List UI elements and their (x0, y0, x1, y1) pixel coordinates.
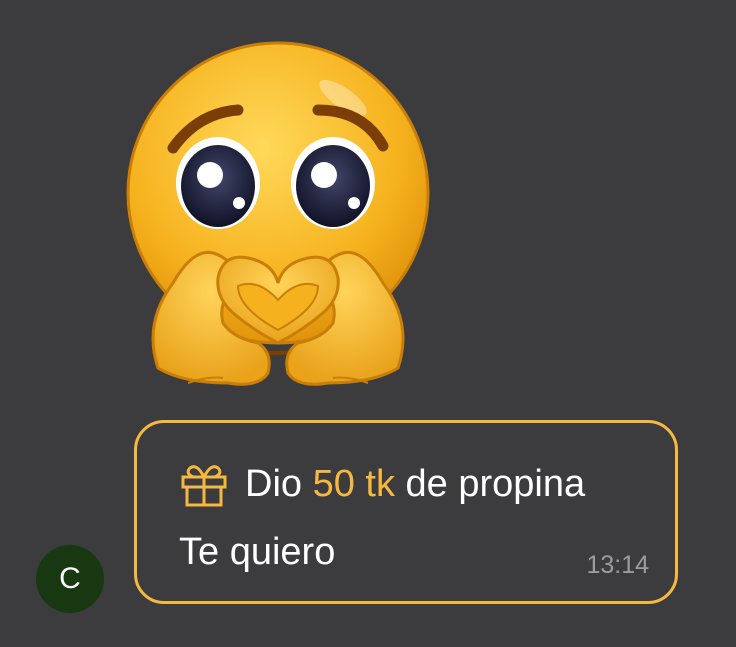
tip-amount: 50 tk (312, 462, 395, 505)
avatar[interactable]: C (36, 545, 104, 613)
chat-view: C Dio 50 tk de propina Te quiero 13:14 (0, 0, 736, 647)
pleading-heart-hands-sticker[interactable] (118, 38, 438, 388)
tip-line: Dio 50 tk de propina (179, 461, 585, 507)
message-text: Te quiero (179, 531, 336, 573)
tip-prefix: Dio (245, 462, 303, 505)
tip-message-bubble[interactable]: Dio 50 tk de propina Te quiero 13:14 (134, 420, 678, 604)
message-time: 13:14 (586, 551, 649, 579)
tip-suffix: de propina (405, 462, 586, 505)
gift-icon (181, 465, 227, 507)
